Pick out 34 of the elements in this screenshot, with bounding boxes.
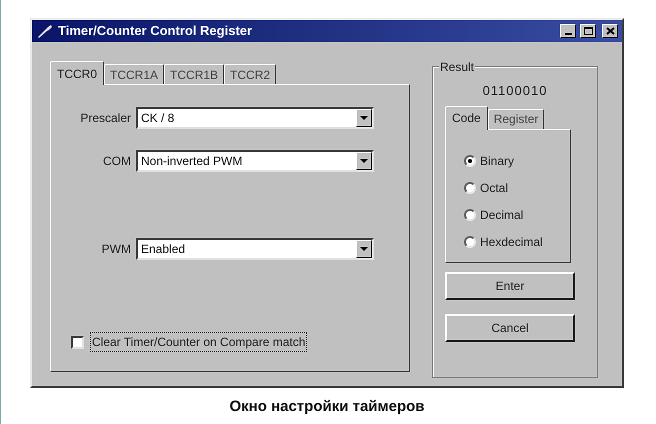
tab[interactable]: TCCR2	[224, 64, 276, 84]
field-label: Prescaler	[79, 110, 131, 127]
dropdown[interactable]: Enabled	[136, 238, 374, 260]
checkbox-label[interactable]: Clear Timer/Counter on Compare match	[90, 332, 308, 352]
checkbox[interactable]	[71, 336, 84, 348]
minimize-button[interactable]	[560, 24, 576, 38]
window-title: Timer/Counter Control Register	[58, 22, 254, 40]
dropdown[interactable]: CK / 8	[136, 107, 374, 129]
radio-label: Binary	[480, 152, 514, 170]
figure-caption: Окно настройки таймеров	[228, 397, 426, 417]
result-value: 01100010	[482, 82, 548, 100]
radio-label: Decimal	[480, 206, 524, 224]
maximize-button[interactable]	[580, 24, 596, 38]
tab[interactable]: Register	[488, 108, 544, 128]
radio-label: Octal	[480, 180, 508, 196]
radio-button[interactable]	[464, 208, 476, 220]
button[interactable]: Enter	[445, 272, 575, 300]
field-label: COM	[102, 153, 131, 170]
caret-icon	[360, 159, 368, 163]
radio-button[interactable]	[464, 182, 476, 194]
dropdown[interactable]: Non-inverted PWM	[136, 150, 374, 172]
field-label: PWM	[100, 241, 131, 258]
close-icon	[606, 27, 614, 35]
tab[interactable]: TCCR1A	[104, 64, 164, 84]
caret-icon	[360, 116, 368, 120]
tab[interactable]: Code	[445, 106, 488, 130]
tab[interactable]: TCCR1B	[164, 64, 224, 84]
button[interactable]: Cancel	[445, 314, 575, 342]
caret-icon	[360, 247, 368, 251]
radio-button[interactable]	[464, 236, 476, 248]
close-button[interactable]	[602, 24, 618, 38]
radio-button[interactable]	[464, 154, 476, 166]
tab[interactable]: TCCR0	[50, 61, 104, 85]
radio-label: Hexdecimal	[480, 234, 543, 250]
